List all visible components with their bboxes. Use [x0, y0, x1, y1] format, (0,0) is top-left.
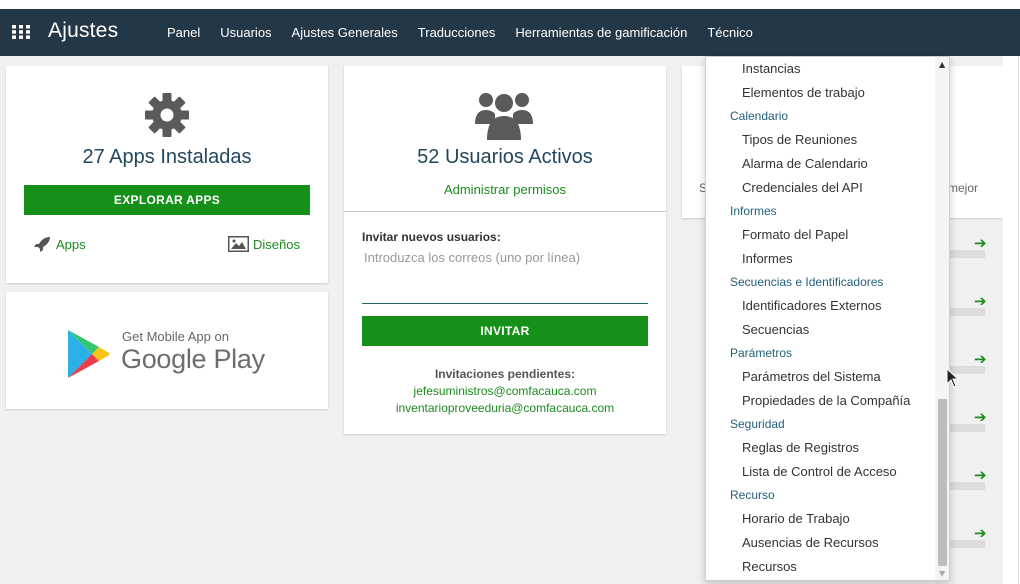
menu-section-calendario: Calendario	[730, 109, 789, 123]
designs-link[interactable]: Diseños	[228, 236, 300, 252]
menu-herramientas-gamificacion[interactable]: Herramientas de gamificación	[515, 25, 687, 40]
pending-invitations-title: Invitaciones pendientes:	[434, 367, 576, 381]
right-edge-divider	[1018, 56, 1019, 584]
arrow-right-icon: ➔	[974, 466, 987, 484]
scroll-down-icon[interactable]: ▼	[939, 569, 945, 578]
list-item[interactable]: ➔	[948, 234, 987, 276]
menu-item-lista-control-acceso[interactable]: Lista de Control de Acceso	[742, 464, 897, 479]
menu-section-secuencias: Secuencias e Identificadores	[730, 275, 884, 289]
menu-item-tipos-reuniones[interactable]: Tipos de Reuniones	[742, 132, 857, 147]
mouse-cursor-icon	[946, 367, 960, 392]
gear-icon	[144, 92, 190, 142]
tecnico-dropdown-menu: Instancias Elementos de trabajo Calendar…	[705, 56, 950, 581]
manage-permissions-link[interactable]: Administrar permisos	[344, 182, 666, 197]
pending-email[interactable]: inventarioproveeduria@comfacauca.com	[344, 401, 666, 415]
menu-item-credenciales-api[interactable]: Credenciales del API	[742, 180, 863, 195]
menu-section-informes: Informes	[730, 204, 777, 218]
apps-count-title: 27 Apps Instaladas	[82, 146, 252, 168]
menu-item-alarma-calendario[interactable]: Alarma de Calendario	[742, 156, 868, 171]
menu-item-identificadores-externos[interactable]: Identificadores Externos	[742, 298, 881, 313]
top-strip	[0, 0, 1020, 9]
play-store-name: Google Play	[121, 344, 265, 374]
rocket-icon	[34, 236, 52, 252]
play-subtitle: Get Mobile App on	[122, 329, 229, 344]
menu-item-ausencias-recursos[interactable]: Ausencias de Recursos	[742, 535, 879, 550]
menu-tecnico[interactable]: Técnico	[707, 25, 753, 40]
top-menu: Panel Usuarios Ajustes Generales Traducc…	[167, 25, 773, 40]
menu-section-seguridad: Seguridad	[730, 417, 785, 431]
menu-usuarios[interactable]: Usuarios	[220, 25, 271, 40]
list-item[interactable]: ➔	[948, 466, 987, 508]
dropdown-scrollbar[interactable]: ▲ ▼	[935, 57, 949, 580]
menu-item-horario-trabajo[interactable]: Horario de Trabajo	[742, 511, 850, 526]
arrow-right-icon: ➔	[974, 408, 987, 426]
menu-item-elementos-trabajo[interactable]: Elementos de trabajo	[742, 85, 865, 100]
invite-label: Invitar nuevos usuarios:	[362, 230, 501, 244]
list-item[interactable]: ➔	[948, 524, 987, 566]
google-play-card[interactable]: Get Mobile App on Google Play	[6, 292, 328, 409]
menu-item-secuencias[interactable]: Secuencias	[742, 322, 809, 337]
designs-link-label: Diseños	[253, 236, 300, 252]
users-group-icon	[475, 90, 533, 146]
list-item[interactable]: ➔	[948, 292, 987, 334]
menu-item-recursos[interactable]: Recursos	[742, 559, 797, 574]
apps-link[interactable]: Apps	[34, 236, 86, 252]
list-item[interactable]: ➔	[948, 408, 987, 450]
scrollbar-thumb[interactable]	[938, 399, 947, 566]
explore-apps-button[interactable]: EXPLORAR APPS	[24, 185, 310, 215]
menu-section-recurso: Recurso	[730, 488, 775, 502]
top-navbar: Ajustes Panel Usuarios Ajustes Generales…	[0, 9, 1020, 56]
menu-item-propiedades-compania[interactable]: Propiedades de la Compañía	[742, 393, 910, 408]
menu-item-parametros-sistema[interactable]: Parámetros del Sistema	[742, 369, 881, 384]
menu-ajustes-generales[interactable]: Ajustes Generales	[292, 25, 398, 40]
invite-emails-input[interactable]	[362, 246, 648, 304]
app-title: Ajustes	[48, 19, 119, 42]
scroll-up-icon[interactable]: ▲	[939, 60, 945, 69]
apps-link-label: Apps	[56, 236, 86, 252]
menu-item-formato-papel[interactable]: Formato del Papel	[742, 227, 848, 242]
menu-section-parametros: Parámetros	[730, 346, 793, 360]
arrow-right-icon: ➔	[974, 292, 987, 310]
arrow-right-icon: ➔	[974, 524, 987, 542]
arrow-right-icon: ➔	[974, 234, 987, 252]
menu-item-instancias[interactable]: Instancias	[742, 61, 801, 76]
google-play-icon	[66, 329, 110, 383]
pending-email[interactable]: jefesuministros@comfacauca.com	[344, 384, 666, 398]
apps-grid-icon[interactable]	[12, 25, 30, 39]
apps-card: 27 Apps Instaladas EXPLORAR APPS Apps Di…	[6, 66, 328, 283]
divider	[344, 211, 666, 212]
image-icon	[228, 236, 249, 252]
menu-panel[interactable]: Panel	[167, 25, 200, 40]
invite-button[interactable]: INVITAR	[362, 316, 648, 346]
menu-item-informes[interactable]: Informes	[742, 251, 793, 266]
menu-item-reglas-registros[interactable]: Reglas de Registros	[742, 440, 859, 455]
arrow-right-icon: ➔	[974, 350, 987, 368]
menu-traducciones[interactable]: Traducciones	[418, 25, 496, 40]
users-card: 52 Usuarios Activos Administrar permisos…	[344, 66, 666, 434]
active-users-title: 52 Usuarios Activos	[417, 146, 593, 168]
